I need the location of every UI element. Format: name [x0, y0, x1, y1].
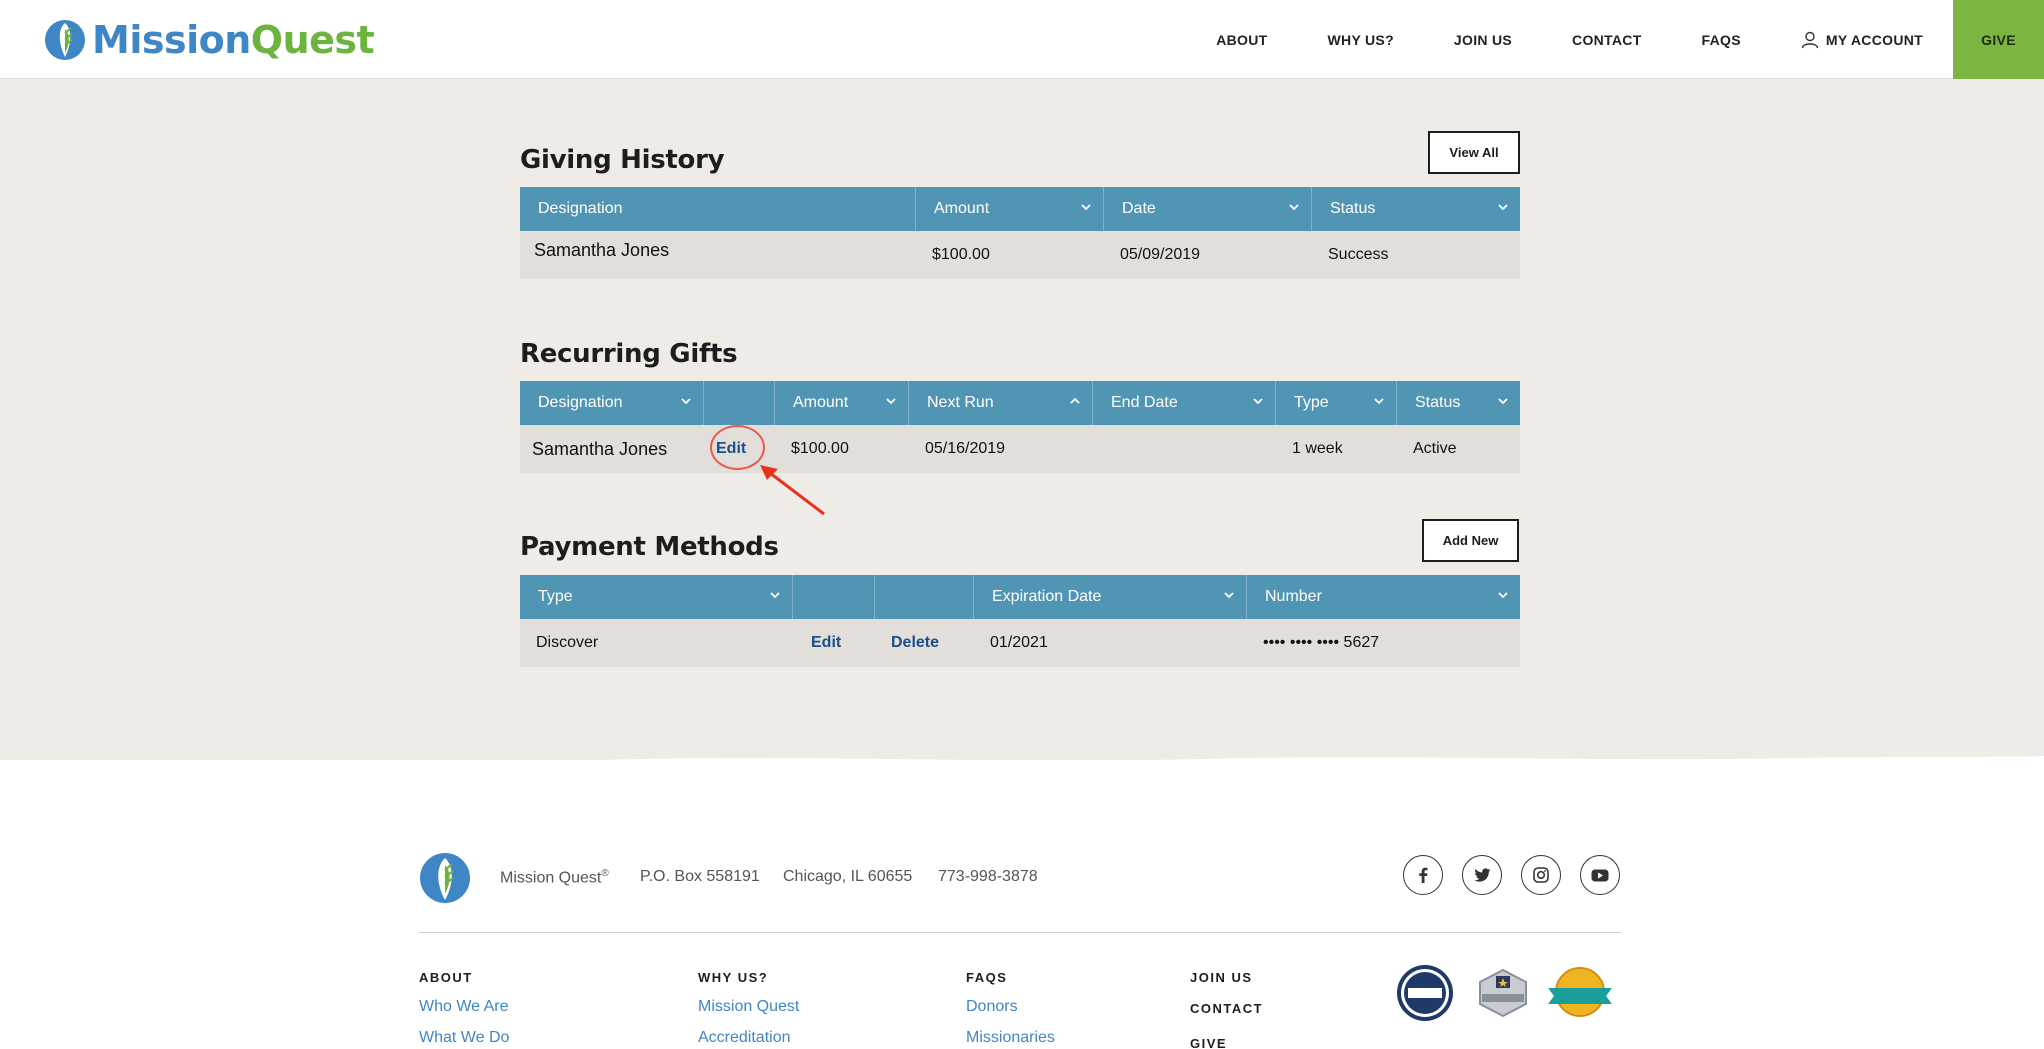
- table-row: Samantha Jones $100.00 05/09/2019 Succes…: [520, 231, 1520, 279]
- highlight-circle: [710, 425, 765, 470]
- column-header-number[interactable]: Number: [1247, 575, 1520, 619]
- chevron-down-icon: [1498, 592, 1508, 599]
- chevron-down-icon: [1498, 398, 1508, 405]
- column-header-type[interactable]: Type: [1276, 381, 1397, 425]
- table-row: Discover Edit Delete 01/2021 •••• •••• •…: [520, 619, 1520, 667]
- cell-end-date: [1093, 425, 1276, 473]
- nav-about[interactable]: ABOUT: [1186, 0, 1297, 79]
- column-header-delete: [875, 575, 974, 619]
- footer-link-who-we-are[interactable]: Who We Are: [419, 998, 509, 1016]
- nav-why-us[interactable]: WHY US?: [1298, 0, 1424, 79]
- footer-divider: [419, 932, 1621, 933]
- nav-join-us[interactable]: JOIN US: [1424, 0, 1542, 79]
- leaf-logo-icon: [45, 20, 85, 60]
- my-account-label: MY ACCOUNT: [1825, 31, 1923, 48]
- twitter-icon[interactable]: [1462, 855, 1502, 895]
- column-header-designation[interactable]: Designation: [520, 187, 916, 231]
- cell-card-number: •••• •••• •••• 5627: [1263, 634, 1380, 651]
- cell-type: 1 week: [1292, 440, 1343, 457]
- column-header-actions: [704, 381, 775, 425]
- site-footer: [0, 760, 2044, 1049]
- footer-heading-join-us[interactable]: JOIN US: [1190, 970, 1253, 985]
- column-header-status[interactable]: Status: [1312, 187, 1520, 231]
- payment-methods-title: Payment Methods: [520, 532, 779, 562]
- footer-heading-why-us[interactable]: WHY US?: [698, 970, 768, 985]
- column-header-designation[interactable]: Designation: [520, 381, 704, 425]
- column-header-expiration-date[interactable]: Expiration Date: [974, 575, 1247, 619]
- top-rated-badge-icon: [1548, 967, 1612, 1017]
- cell-status: Success: [1328, 246, 1389, 263]
- site-header: MissionQuest ABOUT WHY US? JOIN US CONTA…: [0, 0, 2044, 79]
- nav-contact[interactable]: CONTACT: [1542, 0, 1672, 79]
- column-header-amount[interactable]: Amount: [916, 187, 1104, 231]
- footer-link-mission-quest[interactable]: Mission Quest: [698, 998, 799, 1016]
- ecfa-badge-icon: [1397, 965, 1453, 1021]
- footer-link-what-we-do[interactable]: What We Do: [419, 1029, 509, 1047]
- nav-my-account[interactable]: MY ACCOUNT: [1771, 0, 1953, 79]
- annotation-arrow-icon: [760, 465, 825, 516]
- chevron-down-icon: [886, 398, 896, 405]
- column-header-amount[interactable]: Amount: [775, 381, 909, 425]
- cell-designation: Samantha Jones: [534, 240, 670, 260]
- recurring-gifts-title: Recurring Gifts: [520, 339, 738, 369]
- chevron-down-icon: [1374, 398, 1384, 405]
- footer-heading-faqs[interactable]: FAQS: [966, 970, 1007, 985]
- main-nav: ABOUT WHY US? JOIN US CONTACT FAQS MY AC…: [1186, 0, 2044, 79]
- cell-expiration-date: 01/2021: [990, 634, 1048, 651]
- footer-org-name: Mission Quest®: [500, 868, 609, 887]
- chevron-down-icon: [1081, 204, 1091, 211]
- chevron-down-icon: [1289, 204, 1299, 211]
- cell-designation: Samantha Jones: [532, 438, 668, 459]
- payment-methods-table: Type Expiration Date Number Discover Edi…: [520, 575, 1520, 667]
- instagram-icon[interactable]: [1521, 855, 1561, 895]
- recurring-gifts-table: Designation Amount Next Run End Date Typ…: [520, 381, 1520, 473]
- footer-link-missionaries[interactable]: Missionaries: [966, 1029, 1055, 1047]
- cell-next-run: 05/16/2019: [925, 440, 1006, 457]
- youtube-icon[interactable]: [1580, 855, 1620, 895]
- column-header-end-date[interactable]: End Date: [1093, 381, 1276, 425]
- column-header-next-run[interactable]: Next Run: [909, 381, 1093, 425]
- footer-link-accreditation[interactable]: Accreditation: [698, 1029, 791, 1047]
- edit-payment-link[interactable]: Edit: [793, 619, 875, 667]
- footer-heading-give[interactable]: GIVE: [1190, 1036, 1227, 1049]
- footer-logo-icon[interactable]: [419, 852, 471, 904]
- footer-heading-about[interactable]: ABOUT: [419, 970, 473, 985]
- footer-heading-contact[interactable]: CONTACT: [1190, 1001, 1263, 1016]
- column-header-date[interactable]: Date: [1104, 187, 1312, 231]
- footer-link-donors[interactable]: Donors: [966, 998, 1018, 1016]
- user-icon: [1801, 31, 1819, 48]
- cell-amount: $100.00: [932, 246, 990, 263]
- column-header-type[interactable]: Type: [520, 575, 793, 619]
- cell-type: Discover: [536, 634, 599, 651]
- delete-payment-link[interactable]: Delete: [875, 619, 974, 667]
- site-logo[interactable]: MissionQuest: [44, 18, 375, 62]
- chevron-down-icon: [1253, 398, 1263, 405]
- giving-history-title: Giving History: [520, 145, 725, 175]
- column-header-edit: [793, 575, 875, 619]
- chevron-down-icon: [1498, 204, 1508, 211]
- cell-status: Active: [1413, 440, 1457, 457]
- add-new-button[interactable]: Add New: [1422, 519, 1519, 562]
- footer-po-box: P.O. Box 558191: [640, 868, 760, 885]
- facebook-icon[interactable]: [1403, 855, 1443, 895]
- cell-date: 05/09/2019: [1120, 246, 1201, 263]
- table-row: Samantha Jones Edit $100.00 05/16/2019 1…: [520, 425, 1520, 473]
- chevron-down-icon: [770, 592, 780, 599]
- giving-history-table: Designation Amount Date Status Samantha …: [520, 187, 1520, 279]
- nav-give-button[interactable]: GIVE: [1953, 0, 2044, 79]
- footer-city: Chicago, IL 60655: [783, 868, 913, 885]
- guidestar-badge-icon: [1479, 968, 1527, 1018]
- nav-faqs[interactable]: FAQS: [1672, 0, 1771, 79]
- view-all-button[interactable]: View All: [1428, 131, 1520, 174]
- footer-phone: 773-998-3878: [938, 868, 1038, 885]
- column-header-status[interactable]: Status: [1397, 381, 1520, 425]
- logo-wordmark: MissionQuest: [92, 18, 375, 62]
- chevron-down-icon: [1224, 592, 1234, 599]
- chevron-down-icon: [681, 398, 691, 405]
- chevron-up-icon: [1070, 397, 1080, 404]
